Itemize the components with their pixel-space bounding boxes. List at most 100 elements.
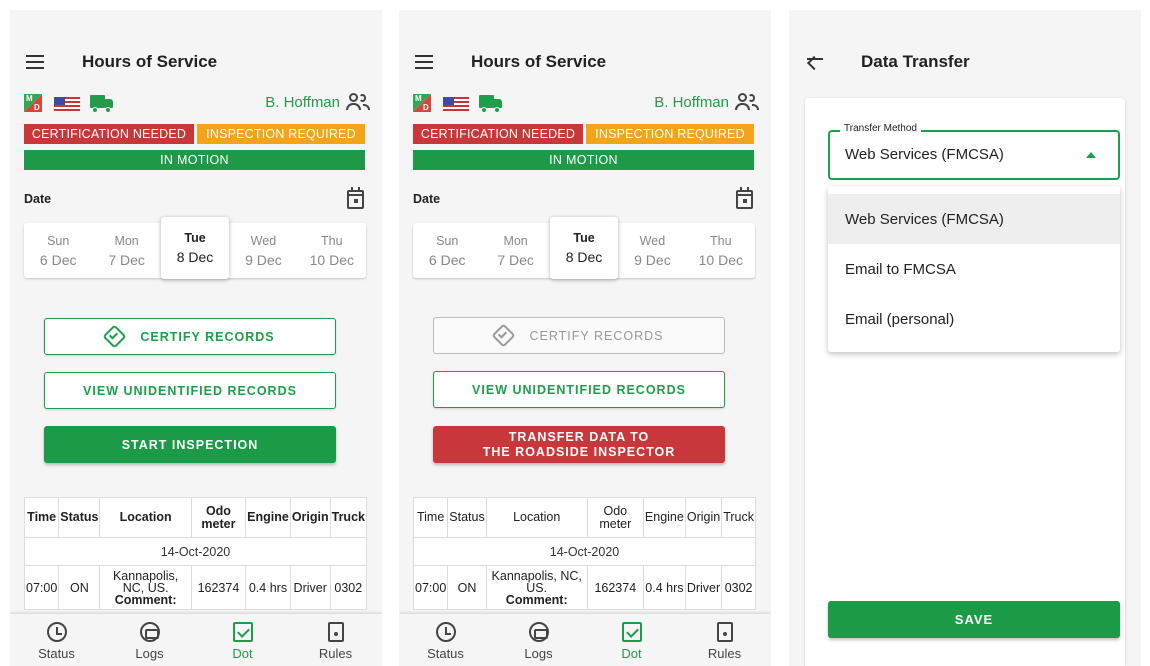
md-status-icon: MD xyxy=(413,94,431,112)
col-time: Time xyxy=(412,497,449,538)
day-thu[interactable]: Thu 10 Dec xyxy=(687,223,755,278)
nav-dot[interactable]: Dot xyxy=(585,614,678,666)
nav-logs[interactable]: Logs xyxy=(103,614,196,666)
clock-icon xyxy=(435,622,456,642)
day-selector: Sun 6 Dec Mon 7 Dec Tue 8 Dec Wed 9 Dec Thu 1… xyxy=(413,217,755,279)
save-button[interactable]: SAVE xyxy=(828,601,1120,638)
bottom-nav: Status Logs Dot Rules xyxy=(10,614,382,666)
nav-rules[interactable]: Rules xyxy=(678,614,771,666)
menu-icon[interactable] xyxy=(415,55,433,69)
day-wed[interactable]: Wed 9 Dec xyxy=(618,223,686,278)
clock-icon xyxy=(46,622,67,642)
rules-icon xyxy=(327,622,344,642)
inspection-required-badge: INSPECTION REQUIRED xyxy=(586,124,754,144)
menu-icon[interactable] xyxy=(26,55,44,69)
transfer-method-menu: Web Services (FMCSA) Email to FMCSA Emai… xyxy=(828,186,1120,352)
certified-badge-icon xyxy=(102,324,127,349)
switch-driver-icon[interactable] xyxy=(735,93,759,111)
col-time: Time xyxy=(23,497,60,538)
certification-needed-badge: CERTIFICATION NEEDED xyxy=(413,124,583,144)
transfer-card: Transfer Method Web Services (FMCSA) Web… xyxy=(805,98,1125,666)
md-status-icon: MD xyxy=(24,94,42,112)
col-status: Status xyxy=(447,497,487,538)
col-location: Location xyxy=(99,497,192,538)
transfer-method-value: Web Services (FMCSA) xyxy=(845,146,1004,163)
transfer-data-button[interactable]: TRANSFER DATA TO THE ROADSIDE INSPECTOR xyxy=(433,426,725,463)
rules-icon xyxy=(716,622,733,642)
app-bar: Hours of Service xyxy=(10,40,382,84)
us-flag-icon xyxy=(54,97,80,111)
hos-screen-inspection: Hours of Service MD B. Hoffman CERTIFICA… xyxy=(10,10,382,666)
col-engine: Engine xyxy=(245,497,291,538)
log-table: Time Status Location Odo meter Engine Or… xyxy=(23,497,368,610)
col-engine: Engine xyxy=(642,497,686,538)
in-motion-banner: IN MOTION xyxy=(413,150,754,170)
day-wed[interactable]: Wed 9 Dec xyxy=(229,223,297,278)
day-tue-selected[interactable]: Tue 8 Dec xyxy=(549,217,619,279)
dropdown-arrow-icon[interactable] xyxy=(1086,152,1096,158)
nav-dot[interactable]: Dot xyxy=(196,614,289,666)
col-origin: Origin xyxy=(684,497,723,538)
switch-driver-icon[interactable] xyxy=(346,93,370,111)
date-label: Date xyxy=(413,192,441,206)
calendar-icon[interactable] xyxy=(347,187,364,209)
day-sun[interactable]: Sun 6 Dec xyxy=(413,223,481,278)
day-sun[interactable]: Sun 6 Dec xyxy=(24,223,92,278)
option-email-fmcsa[interactable]: Email to FMCSA xyxy=(828,244,1120,294)
option-email-personal[interactable]: Email (personal) xyxy=(828,294,1120,344)
certify-records-button-disabled[interactable]: CERTIFY RECORDS xyxy=(433,317,725,354)
certification-needed-badge: CERTIFICATION NEEDED xyxy=(24,124,194,144)
checkbox-icon xyxy=(232,622,253,642)
table-date-row: 14-Oct-2020 xyxy=(24,537,367,566)
nav-rules[interactable]: Rules xyxy=(289,614,382,666)
us-flag-icon xyxy=(443,97,469,111)
day-thu[interactable]: Thu 10 Dec xyxy=(298,223,366,278)
col-status: Status xyxy=(58,497,101,538)
start-inspection-button[interactable]: START INSPECTION xyxy=(44,426,336,463)
data-transfer-screen: Data Transfer Transfer Method Web Servic… xyxy=(789,10,1141,666)
nav-status[interactable]: Status xyxy=(399,614,492,666)
driver-name[interactable]: B. Hoffman xyxy=(265,93,370,111)
certified-badge-icon xyxy=(491,323,517,348)
transfer-method-select[interactable]: Transfer Method Web Services (FMCSA) xyxy=(828,123,1120,180)
col-location: Location xyxy=(485,497,588,538)
option-web-services[interactable]: Web Services (FMCSA) xyxy=(828,194,1120,244)
table-row[interactable]: 07:00 ON Kannapolis, NC, US. Comment: 162… xyxy=(412,565,756,610)
date-label: Date xyxy=(24,192,52,206)
log-table: Time Status Location Odo meter Engine Or… xyxy=(412,497,756,610)
col-odometer: Odo meter xyxy=(586,497,644,538)
view-unidentified-records-button[interactable]: VIEW UNIDENTIFIED RECORDS xyxy=(433,371,725,408)
view-unidentified-records-button[interactable]: VIEW UNIDENTIFIED RECORDS xyxy=(44,372,336,409)
col-odometer: Odo meter xyxy=(190,497,247,538)
col-origin: Origin xyxy=(289,497,331,538)
logs-icon xyxy=(139,622,160,642)
checkbox-icon xyxy=(621,622,642,642)
bottom-nav: Status Logs Dot Rules xyxy=(399,614,771,666)
certify-records-button[interactable]: CERTIFY RECORDS xyxy=(44,318,336,355)
nav-status[interactable]: Status xyxy=(10,614,103,666)
day-mon[interactable]: Mon 7 Dec xyxy=(481,223,549,278)
truck-icon xyxy=(479,95,503,113)
in-motion-banner: IN MOTION xyxy=(24,150,365,170)
table-row[interactable]: 07:00 ON Kannapolis, NC, US. Comment: 162… xyxy=(23,565,368,610)
page-title: Data Transfer xyxy=(861,52,970,71)
logs-icon xyxy=(528,622,549,642)
table-date-row: 14-Oct-2020 xyxy=(413,537,756,566)
page-title: Hours of Service xyxy=(82,52,218,71)
status-row: MD B. Hoffman xyxy=(413,92,759,114)
col-truck: Truck xyxy=(721,497,756,538)
inspection-required-badge: INSPECTION REQUIRED xyxy=(197,124,365,144)
transfer-method-label: Transfer Method xyxy=(840,123,921,134)
page-title: Hours of Service xyxy=(471,52,607,71)
hos-screen-transfer: Hours of Service MD B. Hoffman CERTIFICA… xyxy=(399,10,771,666)
status-row: MD B. Hoffman xyxy=(24,92,370,114)
col-truck: Truck xyxy=(329,497,368,538)
nav-logs[interactable]: Logs xyxy=(492,614,585,666)
day-tue-selected[interactable]: Tue 8 Dec xyxy=(160,217,230,279)
app-bar: Hours of Service xyxy=(399,40,771,84)
driver-name[interactable]: B. Hoffman xyxy=(654,93,759,111)
calendar-icon[interactable] xyxy=(736,187,753,209)
day-mon[interactable]: Mon 7 Dec xyxy=(92,223,160,278)
truck-icon xyxy=(90,95,114,113)
day-selector: Sun 6 Dec Mon 7 Dec Tue 8 Dec Wed 9 Dec Thu 1… xyxy=(24,217,366,279)
